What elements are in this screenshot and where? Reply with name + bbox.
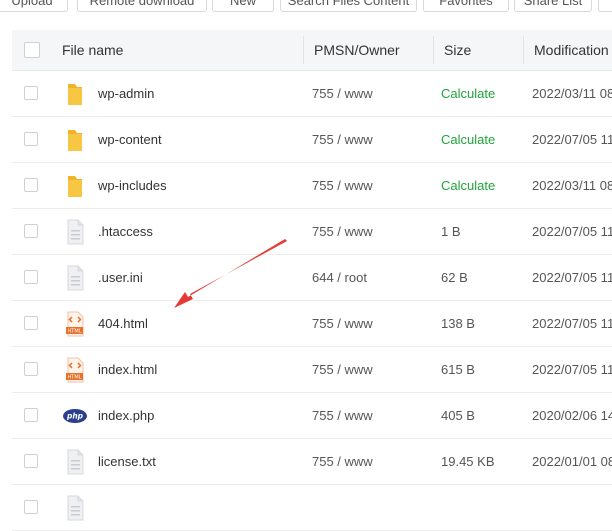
select-all-checkbox[interactable]	[24, 42, 40, 58]
share-list-button[interactable]: Share List	[514, 0, 592, 12]
file-size[interactable]: Calculate	[441, 71, 495, 116]
file-size: 1 B	[441, 224, 461, 239]
folder-icon	[63, 172, 87, 200]
upload-button[interactable]: Upload	[0, 0, 68, 12]
row-checkbox[interactable]	[24, 132, 38, 146]
modification-time: 2022/03/11 08	[532, 86, 612, 101]
file-name[interactable]: .htaccess	[98, 209, 153, 254]
modification-time: 2022/07/05 11	[532, 362, 612, 377]
php-file-icon: php	[63, 402, 87, 430]
row-checkbox[interactable]	[24, 408, 38, 422]
file-name[interactable]: wp-includes	[98, 163, 167, 208]
row-checkbox[interactable]	[24, 454, 38, 468]
table-row[interactable]: php index.php 755 / www 405 B 2020/02/06 14	[12, 393, 612, 439]
table-row[interactable]: HTML 404.html 755 / www 138 B 2022/07/05 11	[12, 301, 612, 347]
column-divider	[523, 36, 524, 64]
table-row[interactable]: HTML index.html 755 / www 615 B 2022/07/05 1…	[12, 347, 612, 393]
table-row[interactable]: license.txt 755 / www 19.45 KB 2022/01/01 0…	[12, 439, 612, 485]
row-checkbox[interactable]	[24, 316, 38, 330]
permission-owner[interactable]: 644 / root	[312, 255, 367, 300]
file-name[interactable]: index.html	[98, 347, 157, 392]
table-body: wp-admin 755 / www Calculate 2022/03/11 08 w…	[12, 71, 612, 531]
file-icon	[63, 494, 87, 522]
file-name[interactable]: license.txt	[98, 439, 156, 484]
file-icon	[63, 218, 87, 246]
svg-text:HTML: HTML	[68, 375, 82, 381]
modification-time: 2022/07/05 11	[532, 132, 612, 147]
table-row[interactable]: .htaccess 755 / www 1 B 2022/07/05 11	[12, 209, 612, 255]
modification-time: 2022/07/05 11	[532, 270, 612, 285]
file-name[interactable]: .user.ini	[98, 255, 143, 300]
file-size: 62 B	[441, 270, 468, 285]
new-button[interactable]: New	[212, 0, 274, 12]
file-name[interactable]: wp-admin	[98, 71, 154, 116]
file-size[interactable]: Calculate	[441, 117, 495, 162]
remote-download-button[interactable]: Remote download	[77, 0, 207, 12]
table-row[interactable]: .user.ini 644 / root 62 B 2022/07/05 11	[12, 255, 612, 301]
modification-time: 2022/01/01 08	[532, 454, 612, 469]
permission-owner[interactable]: 755 / www	[312, 439, 373, 484]
file-size: 138 B	[441, 316, 475, 331]
permission-owner[interactable]: 755 / www	[312, 209, 373, 254]
svg-text:HTML: HTML	[68, 329, 82, 335]
file-size[interactable]: Calculate	[441, 163, 495, 208]
permission-owner[interactable]: 755 / www	[312, 301, 373, 346]
permission-owner[interactable]: 755 / www	[312, 71, 373, 116]
more-button[interactable]	[598, 0, 612, 12]
file-name[interactable]: index.php	[98, 393, 154, 438]
toolbar: Upload Remote download New Search Files …	[0, 0, 612, 14]
table-row[interactable]: wp-admin 755 / www Calculate 2022/03/11 08	[12, 71, 612, 117]
row-checkbox[interactable]	[24, 500, 38, 514]
file-icon	[63, 448, 87, 476]
row-checkbox[interactable]	[24, 224, 38, 238]
row-checkbox[interactable]	[24, 178, 38, 192]
file-size: 19.45 KB	[441, 454, 495, 469]
table-row[interactable]: wp-content 755 / www Calculate 2022/07/05 1…	[12, 117, 612, 163]
column-divider	[433, 36, 434, 64]
modification-time: 2022/07/05 11	[532, 316, 612, 331]
search-files-content-button[interactable]: Search Files Content	[280, 0, 417, 12]
row-checkbox[interactable]	[24, 362, 38, 376]
file-icon	[63, 264, 87, 292]
row-checkbox[interactable]	[24, 86, 38, 100]
column-header-modified[interactable]: Modification	[534, 30, 609, 70]
folder-icon	[63, 126, 87, 154]
file-size: 405 B	[441, 408, 475, 423]
svg-text:php: php	[66, 412, 84, 421]
file-size: 615 B	[441, 362, 475, 377]
column-header-perm[interactable]: PMSN/Owner	[314, 30, 400, 70]
permission-owner[interactable]: 755 / www	[312, 347, 373, 392]
modification-time: 2022/07/05 11	[532, 224, 612, 239]
file-name[interactable]: wp-content	[98, 117, 162, 162]
table-header: File name PMSN/Owner Size Modification	[12, 30, 612, 71]
html-file-icon: HTML	[63, 310, 87, 338]
favorites-button[interactable]: Favorites	[423, 0, 509, 12]
table-row[interactable]: wp-includes 755 / www Calculate 2022/03/11 …	[12, 163, 612, 209]
html-file-icon: HTML	[63, 356, 87, 384]
file-name[interactable]: 404.html	[98, 301, 148, 346]
column-header-name[interactable]: File name	[62, 30, 123, 70]
table-row[interactable]	[12, 485, 612, 531]
row-checkbox[interactable]	[24, 270, 38, 284]
file-table: File name PMSN/Owner Size Modification w…	[12, 30, 612, 531]
modification-time: 2020/02/06 14	[532, 408, 612, 423]
permission-owner[interactable]: 755 / www	[312, 163, 373, 208]
permission-owner[interactable]: 755 / www	[312, 393, 373, 438]
modification-time: 2022/03/11 08	[532, 178, 612, 193]
column-divider	[303, 36, 304, 64]
permission-owner[interactable]: 755 / www	[312, 117, 373, 162]
folder-icon	[63, 80, 87, 108]
column-header-size[interactable]: Size	[444, 30, 471, 70]
